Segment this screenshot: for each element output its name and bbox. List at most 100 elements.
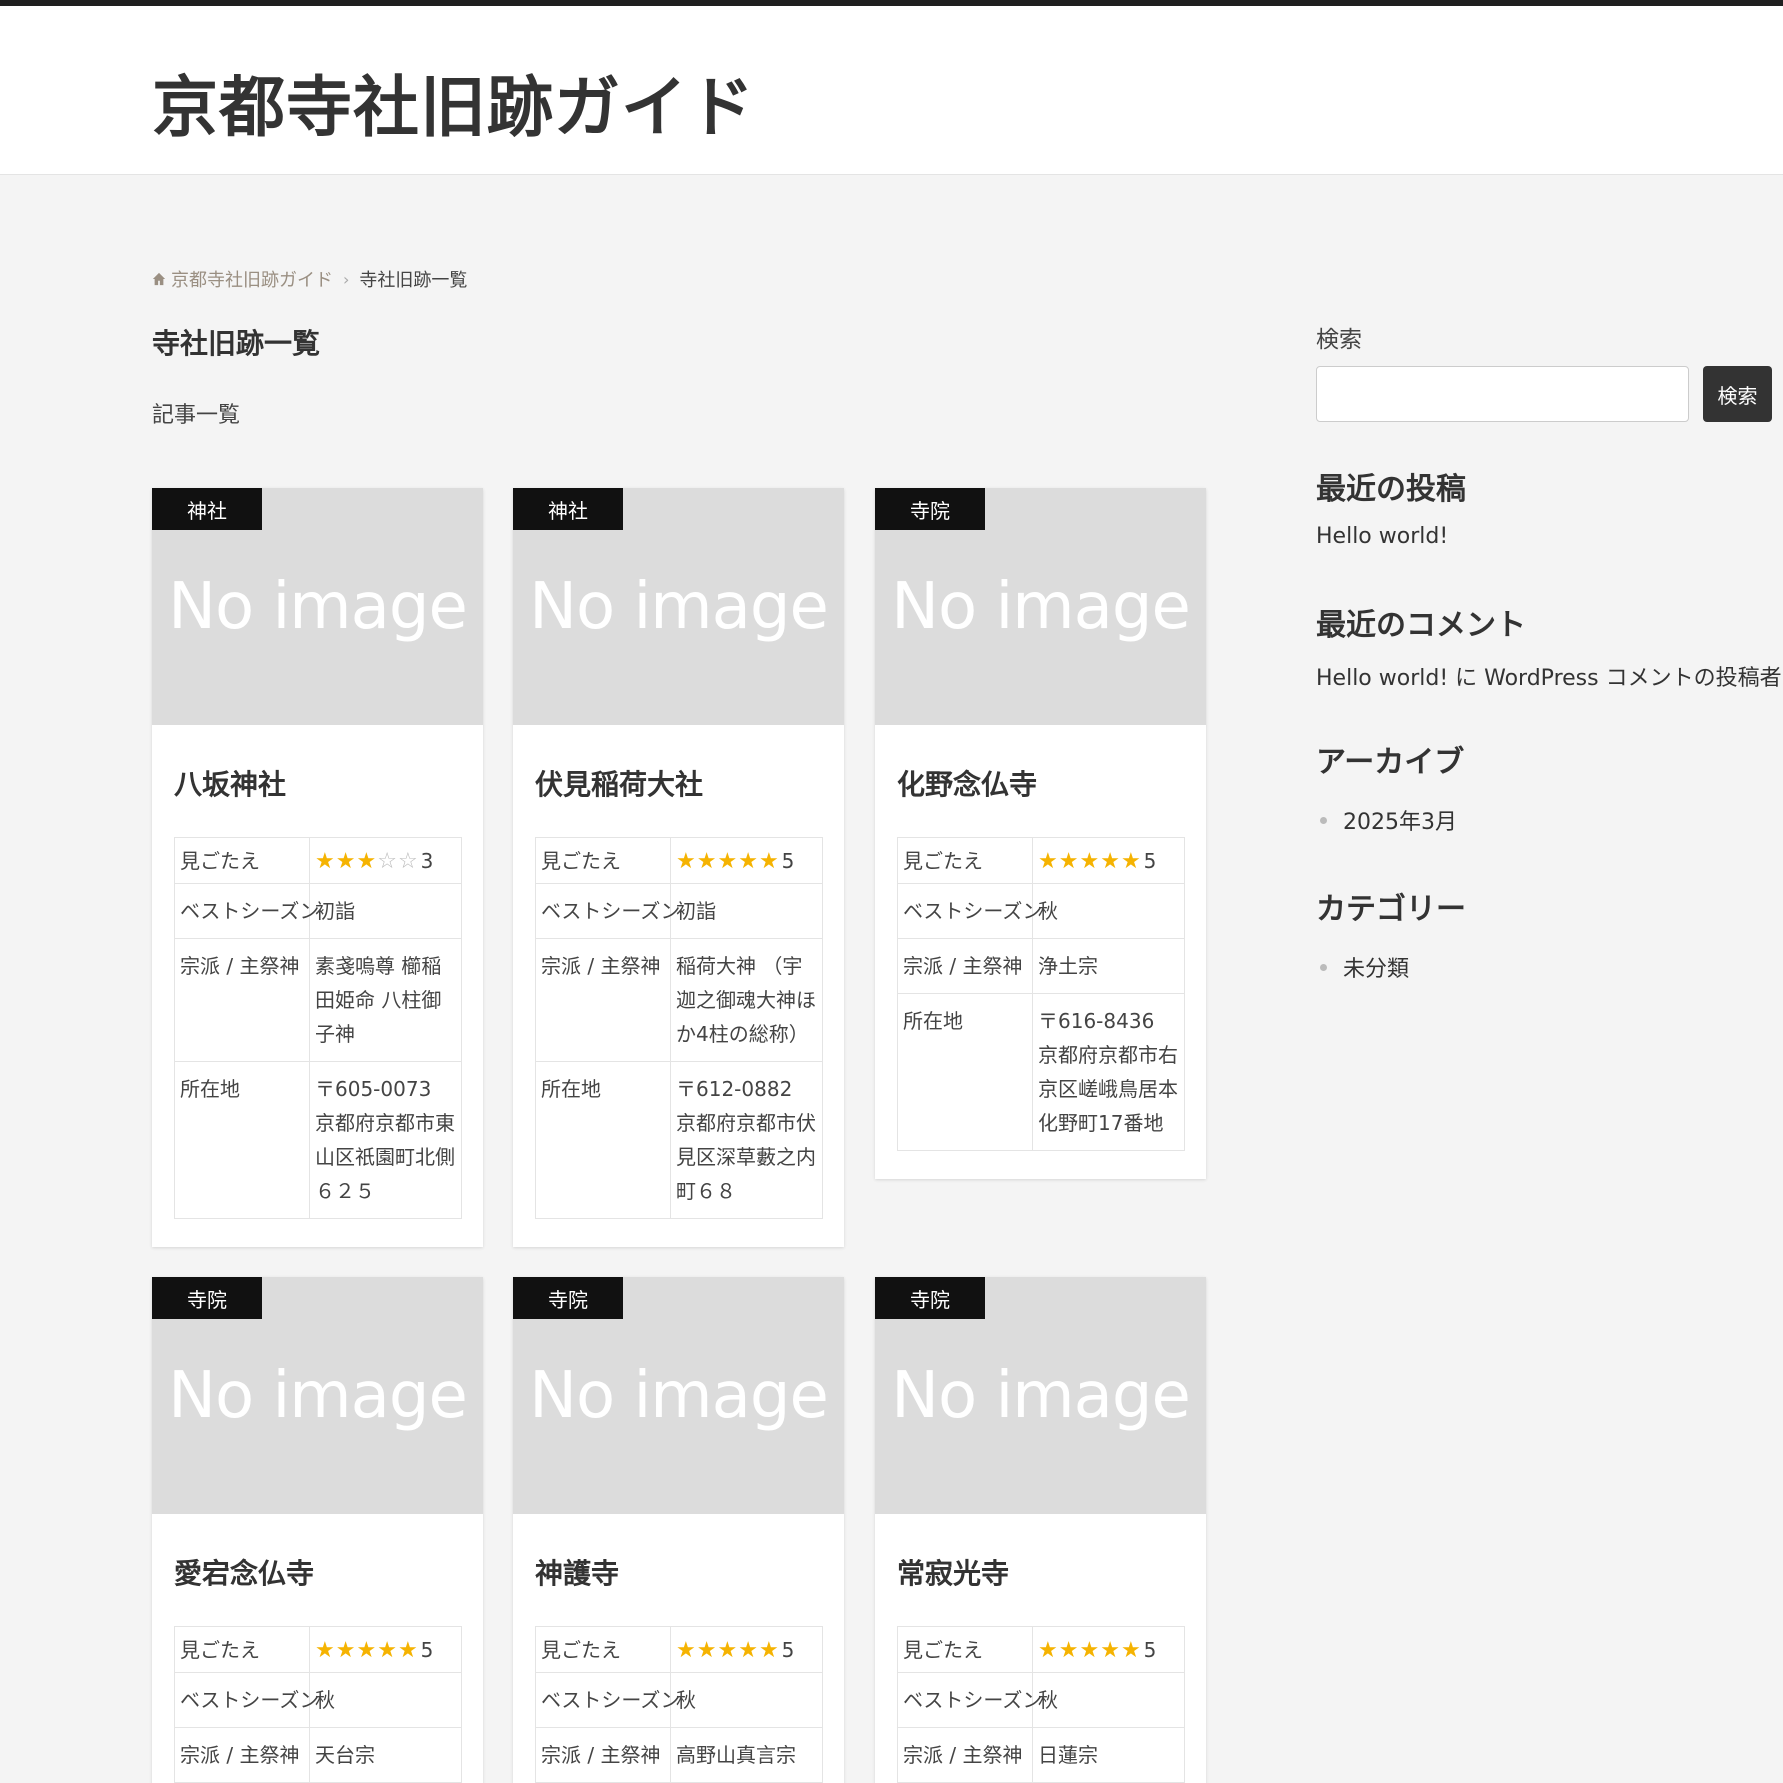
- no-image-text: No image: [891, 569, 1191, 644]
- card-title[interactable]: 伏見稲荷大社: [535, 763, 844, 807]
- card-thumbnail[interactable]: No image 神社: [152, 488, 483, 725]
- post-card[interactable]: No image 神社 八坂神社 見ごたえ ★★★☆☆ 3 ベストシーズン 初詣 …: [152, 488, 483, 1247]
- rating-score: 5: [1143, 849, 1157, 873]
- rating-score: 5: [781, 1638, 795, 1662]
- star-filled-icon: ★: [1100, 1638, 1121, 1663]
- star-filled-icon: ★: [1120, 849, 1142, 874]
- spec-sect: 素戔嗚尊 櫛稲田姫命 八柱御子神: [309, 938, 462, 1062]
- card-title[interactable]: 常寂光寺: [897, 1552, 1206, 1596]
- bullet-icon: [1320, 963, 1327, 971]
- spec-season: 秋: [1032, 883, 1185, 939]
- spec-row-season: ベストシーズン 秋: [535, 1672, 823, 1728]
- category-badge[interactable]: 寺院: [513, 1277, 623, 1319]
- post-card[interactable]: No image 寺院 神護寺 見ごたえ ★★★★★ 5 ベストシーズン 秋 宗派…: [513, 1277, 844, 1783]
- spec-key: 宗派 / 主祭神: [535, 938, 671, 1062]
- card-bottom-padding: [875, 1151, 1206, 1179]
- breadcrumb-home[interactable]: 京都寺社旧跡ガイド: [152, 266, 333, 292]
- spec-table: 見ごたえ ★★★★★5 ベストシーズン 秋 宗派 / 主祭神 高野山真言宗 所在…: [535, 1626, 823, 1783]
- site-title[interactable]: 京都寺社旧跡ガイド: [152, 54, 755, 150]
- card-thumbnail[interactable]: No image 寺院: [513, 1277, 844, 1514]
- spec-season: 初詣: [309, 883, 462, 939]
- post-card[interactable]: No image 神社 伏見稲荷大社 見ごたえ ★★★★★ 5 ベストシーズン 初…: [513, 488, 844, 1247]
- spec-sect: 浄土宗: [1032, 938, 1185, 994]
- spec-row-rating: 見ごたえ ★★★★★ 5: [535, 1626, 823, 1673]
- spec-row-address: 所在地 〒616-8436 京都府京都市右京区嵯峨鳥居本化野町17番地: [897, 993, 1185, 1151]
- search-input[interactable]: [1316, 366, 1689, 422]
- spec-key: 所在地: [897, 993, 1033, 1151]
- star-filled-icon: ★: [377, 1638, 398, 1663]
- category-badge[interactable]: 神社: [513, 488, 623, 530]
- category-badge[interactable]: 寺院: [875, 488, 985, 530]
- card-title[interactable]: 愛宕念仏寺: [174, 1552, 483, 1596]
- rating-stars: ★★★★★ 5: [670, 837, 823, 884]
- category-badge[interactable]: 神社: [152, 488, 262, 530]
- star-filled-icon: ★: [717, 849, 739, 874]
- no-image-text: No image: [529, 569, 829, 644]
- star-filled-icon: ★: [335, 1638, 357, 1663]
- home-icon: [152, 272, 166, 286]
- star-filled-icon: ★: [676, 849, 697, 874]
- card-title[interactable]: 化野念仏寺: [897, 763, 1206, 807]
- spec-row-address: 所在地 〒612-0882 京都府京都市伏見区深草藪之内町６８: [535, 1061, 823, 1219]
- no-image-text: No image: [168, 1358, 468, 1433]
- spec-table: 見ごたえ ★★★★★ 5 ベストシーズン 初詣 宗派 / 主祭神 稲荷大神 （宇迦…: [535, 837, 823, 1219]
- category-item-label: 未分類: [1343, 957, 1410, 982]
- recent-post-link[interactable]: Hello world!: [1316, 524, 1448, 549]
- breadcrumb-home-label: 京都寺社旧跡ガイド: [171, 270, 333, 291]
- post-card[interactable]: No image 寺院 化野念仏寺 見ごたえ ★★★★★ 5 ベストシーズン 秋 …: [875, 488, 1206, 1179]
- rating-stars: ★★★★★ 5: [670, 1626, 823, 1673]
- post-card[interactable]: No image 寺院 常寂光寺 見ごたえ ★★★★★ 5 ベストシーズン 秋 宗…: [875, 1277, 1206, 1783]
- spec-key: 見ごたえ: [535, 837, 671, 884]
- archive-item[interactable]: 2025年3月: [1316, 804, 1457, 836]
- spec-row-season: ベストシーズン 初詣: [174, 883, 462, 939]
- star-filled-icon: ★: [356, 849, 378, 874]
- rating-stars: ★★★★★ 5: [1032, 837, 1185, 884]
- spec-row-rating: 見ごたえ ★★★★★ 5: [174, 1626, 462, 1673]
- star-empty-icon: ☆: [377, 849, 398, 874]
- archive-item-label: 2025年3月: [1343, 810, 1457, 835]
- spec-key: 宗派 / 主祭神: [897, 1727, 1033, 1783]
- card-title[interactable]: 神護寺: [535, 1552, 844, 1596]
- card-bottom-padding: [152, 1219, 483, 1247]
- search-button[interactable]: 検索: [1703, 366, 1772, 422]
- card-thumbnail[interactable]: No image 寺院: [152, 1277, 483, 1514]
- card-title[interactable]: 八坂神社: [174, 763, 483, 807]
- spec-key: 見ごたえ: [897, 1626, 1033, 1673]
- spec-table: 見ごたえ ★★★☆☆ 3 ベストシーズン 初詣 宗派 / 主祭神 素戔嗚尊 櫛稲田…: [174, 837, 462, 1219]
- spec-season: 初詣: [670, 883, 823, 939]
- star-filled-icon: ★: [315, 849, 336, 874]
- spec-key: ベストシーズン: [535, 883, 680, 939]
- spec-sect: 高野山真言宗: [670, 1727, 823, 1783]
- spec-key: 見ごたえ: [174, 1626, 310, 1673]
- spec-sect: 天台宗: [309, 1727, 462, 1783]
- card-thumbnail[interactable]: No image 寺院: [875, 1277, 1206, 1514]
- card-thumbnail[interactable]: No image 神社: [513, 488, 844, 725]
- bullet-icon: [1320, 816, 1327, 824]
- spec-key: ベストシーズン: [535, 1672, 680, 1728]
- card-thumbnail[interactable]: No image 寺院: [875, 488, 1206, 725]
- spec-address: 〒605-0073 京都府京都市東山区祇園町北側６２５: [309, 1061, 462, 1219]
- post-card[interactable]: No image 寺院 愛宕念仏寺 見ごたえ ★★★★★ 5 ベストシーズン 秋 …: [152, 1277, 483, 1783]
- star-filled-icon: ★: [758, 1638, 780, 1663]
- category-item[interactable]: 未分類: [1316, 951, 1409, 983]
- spec-row-sect: 宗派 / 主祭神 稲荷大神 （宇迦之御魂大神ほか4柱の総称）: [535, 938, 823, 1062]
- spec-row-season: ベストシーズン 秋: [174, 1672, 462, 1728]
- spec-key: 見ごたえ: [897, 837, 1033, 884]
- star-filled-icon: ★: [696, 1638, 718, 1663]
- card-bottom-padding: [513, 1219, 844, 1247]
- spec-row-rating: 見ごたえ ★★★★★ 5: [897, 837, 1185, 884]
- spec-key: 見ごたえ: [535, 1626, 671, 1673]
- category-badge[interactable]: 寺院: [152, 1277, 262, 1319]
- star-filled-icon: ★: [758, 849, 780, 874]
- spec-key: 所在地: [174, 1061, 310, 1219]
- breadcrumb-separator: ›: [343, 269, 350, 289]
- star-filled-icon: ★: [1100, 849, 1121, 874]
- rating-stars: ★★★☆☆ 3: [309, 837, 462, 884]
- category-badge[interactable]: 寺院: [875, 1277, 985, 1319]
- spec-key: 宗派 / 主祭神: [897, 938, 1033, 994]
- star-filled-icon: ★: [1079, 849, 1101, 874]
- recent-comment-link[interactable]: Hello world! に WordPress コメントの投稿者 より: [1316, 660, 1783, 692]
- spec-row-sect: 宗派 / 主祭神 素戔嗚尊 櫛稲田姫命 八柱御子神: [174, 938, 462, 1062]
- spec-season: 秋: [670, 1672, 823, 1728]
- recent-posts-title: 最近の投稿: [1316, 472, 1466, 507]
